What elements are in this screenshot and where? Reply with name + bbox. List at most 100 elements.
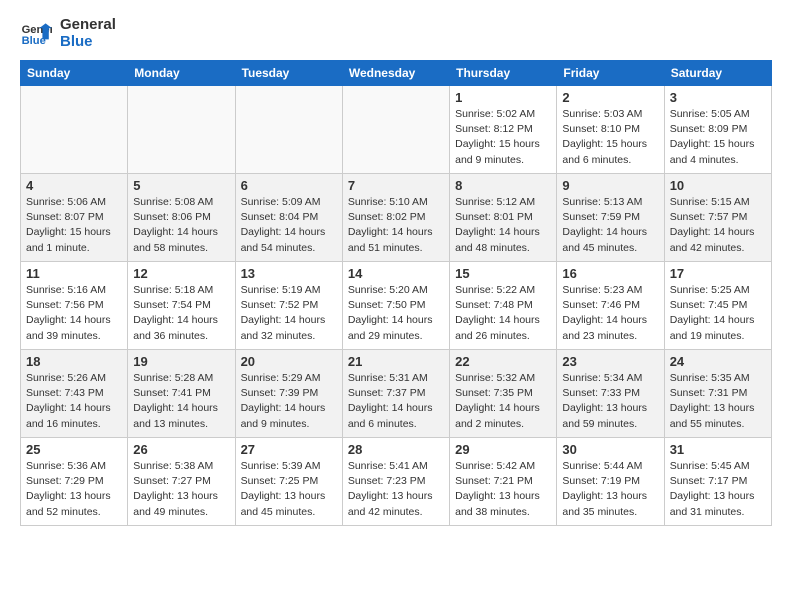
day-number: 23 (562, 354, 658, 369)
calendar-cell: 24 Sunrise: 5:35 AMSunset: 7:31 PMDayligh… (664, 350, 771, 438)
day-info: Sunrise: 5:20 AMSunset: 7:50 PMDaylight:… (348, 283, 444, 344)
weekday-header-sunday: Sunday (21, 61, 128, 86)
calendar-cell: 12 Sunrise: 5:18 AMSunset: 7:54 PMDayligh… (128, 262, 235, 350)
calendar-cell: 13 Sunrise: 5:19 AMSunset: 7:52 PMDayligh… (235, 262, 342, 350)
calendar-cell: 26 Sunrise: 5:38 AMSunset: 7:27 PMDayligh… (128, 438, 235, 526)
day-info: Sunrise: 5:13 AMSunset: 7:59 PMDaylight:… (562, 195, 658, 256)
weekday-header-friday: Friday (557, 61, 664, 86)
day-info: Sunrise: 5:39 AMSunset: 7:25 PMDaylight:… (241, 459, 337, 520)
day-info: Sunrise: 5:29 AMSunset: 7:39 PMDaylight:… (241, 371, 337, 432)
calendar-cell: 18 Sunrise: 5:26 AMSunset: 7:43 PMDayligh… (21, 350, 128, 438)
day-info: Sunrise: 5:35 AMSunset: 7:31 PMDaylight:… (670, 371, 766, 432)
weekday-header-row: SundayMondayTuesdayWednesdayThursdayFrid… (21, 61, 772, 86)
day-info: Sunrise: 5:42 AMSunset: 7:21 PMDaylight:… (455, 459, 551, 520)
day-number: 24 (670, 354, 766, 369)
weekday-header-saturday: Saturday (664, 61, 771, 86)
calendar-cell: 27 Sunrise: 5:39 AMSunset: 7:25 PMDayligh… (235, 438, 342, 526)
day-info: Sunrise: 5:28 AMSunset: 7:41 PMDaylight:… (133, 371, 229, 432)
day-number: 16 (562, 266, 658, 281)
calendar-cell: 3Sunrise: 5:05 AMSunset: 8:09 PMDaylight… (664, 86, 771, 174)
day-number: 8 (455, 178, 551, 193)
calendar-week-row: 25 Sunrise: 5:36 AMSunset: 7:29 PMDayligh… (21, 438, 772, 526)
calendar-cell: 25 Sunrise: 5:36 AMSunset: 7:29 PMDayligh… (21, 438, 128, 526)
svg-text:Blue: Blue (22, 35, 46, 47)
day-info: Sunrise: 5:41 AMSunset: 7:23 PMDaylight:… (348, 459, 444, 520)
day-info: Sunrise: 5:03 AMSunset: 8:10 PMDaylight:… (562, 107, 658, 168)
calendar-cell: 6Sunrise: 5:09 AMSunset: 8:04 PMDaylight… (235, 174, 342, 262)
day-info: Sunrise: 5:15 AMSunset: 7:57 PMDaylight:… (670, 195, 766, 256)
day-info: Sunrise: 5:45 AMSunset: 7:17 PMDaylight:… (670, 459, 766, 520)
calendar-cell: 2 Sunrise: 5:03 AMSunset: 8:10 PMDaylight… (557, 86, 664, 174)
calendar-cell: 4 Sunrise: 5:06 AMSunset: 8:07 PMDaylight… (21, 174, 128, 262)
calendar-cell: 20 Sunrise: 5:29 AMSunset: 7:39 PMDayligh… (235, 350, 342, 438)
day-info: Sunrise: 5:18 AMSunset: 7:54 PMDaylight:… (133, 283, 229, 344)
calendar-cell: 28 Sunrise: 5:41 AMSunset: 7:23 PMDayligh… (342, 438, 449, 526)
page-header: General Blue General Blue (20, 16, 772, 50)
day-info: Sunrise: 5:38 AMSunset: 7:27 PMDaylight:… (133, 459, 229, 520)
day-number: 1 (455, 90, 551, 105)
day-number: 26 (133, 442, 229, 457)
day-number: 10 (670, 178, 766, 193)
day-number: 15 (455, 266, 551, 281)
calendar-cell: 8Sunrise: 5:12 AMSunset: 8:01 PMDaylight… (450, 174, 557, 262)
calendar-cell: 10 Sunrise: 5:15 AMSunset: 7:57 PMDayligh… (664, 174, 771, 262)
day-number: 2 (562, 90, 658, 105)
day-number: 29 (455, 442, 551, 457)
calendar-cell: 31 Sunrise: 5:45 AMSunset: 7:17 PMDayligh… (664, 438, 771, 526)
day-number: 19 (133, 354, 229, 369)
calendar-table: SundayMondayTuesdayWednesdayThursdayFrid… (20, 60, 772, 526)
day-info: Sunrise: 5:05 AMSunset: 8:09 PMDaylight:… (670, 107, 766, 168)
weekday-header-thursday: Thursday (450, 61, 557, 86)
calendar-cell: 22Sunrise: 5:32 AMSunset: 7:35 PMDayligh… (450, 350, 557, 438)
day-number: 11 (26, 266, 122, 281)
calendar-cell (342, 86, 449, 174)
calendar-week-row: 11 Sunrise: 5:16 AMSunset: 7:56 PMDayligh… (21, 262, 772, 350)
day-number: 31 (670, 442, 766, 457)
weekday-header-monday: Monday (128, 61, 235, 86)
weekday-header-wednesday: Wednesday (342, 61, 449, 86)
calendar-week-row: 1 Sunrise: 5:02 AMSunset: 8:12 PMDaylight… (21, 86, 772, 174)
calendar-cell (21, 86, 128, 174)
day-number: 5 (133, 178, 229, 193)
day-info: Sunrise: 5:22 AMSunset: 7:48 PMDaylight:… (455, 283, 551, 344)
day-info: Sunrise: 5:16 AMSunset: 7:56 PMDaylight:… (26, 283, 122, 344)
calendar-cell: 14 Sunrise: 5:20 AMSunset: 7:50 PMDayligh… (342, 262, 449, 350)
day-info: Sunrise: 5:36 AMSunset: 7:29 PMDaylight:… (26, 459, 122, 520)
day-info: Sunrise: 5:31 AMSunset: 7:37 PMDaylight:… (348, 371, 444, 432)
day-number: 22 (455, 354, 551, 369)
day-number: 12 (133, 266, 229, 281)
calendar-week-row: 18 Sunrise: 5:26 AMSunset: 7:43 PMDayligh… (21, 350, 772, 438)
day-number: 17 (670, 266, 766, 281)
day-info: Sunrise: 5:02 AMSunset: 8:12 PMDaylight:… (455, 107, 551, 168)
calendar-cell: 21 Sunrise: 5:31 AMSunset: 7:37 PMDayligh… (342, 350, 449, 438)
calendar-cell: 30Sunrise: 5:44 AMSunset: 7:19 PMDayligh… (557, 438, 664, 526)
day-number: 13 (241, 266, 337, 281)
day-info: Sunrise: 5:09 AMSunset: 8:04 PMDaylight:… (241, 195, 337, 256)
day-number: 20 (241, 354, 337, 369)
day-info: Sunrise: 5:19 AMSunset: 7:52 PMDaylight:… (241, 283, 337, 344)
weekday-header-tuesday: Tuesday (235, 61, 342, 86)
logo: General Blue General Blue (20, 16, 116, 50)
day-number: 14 (348, 266, 444, 281)
calendar-cell: 15 Sunrise: 5:22 AMSunset: 7:48 PMDayligh… (450, 262, 557, 350)
day-info: Sunrise: 5:08 AMSunset: 8:06 PMDaylight:… (133, 195, 229, 256)
calendar-cell: 11 Sunrise: 5:16 AMSunset: 7:56 PMDayligh… (21, 262, 128, 350)
day-number: 28 (348, 442, 444, 457)
calendar-cell: 16Sunrise: 5:23 AMSunset: 7:46 PMDayligh… (557, 262, 664, 350)
calendar-cell: 23Sunrise: 5:34 AMSunset: 7:33 PMDayligh… (557, 350, 664, 438)
calendar-cell: 19 Sunrise: 5:28 AMSunset: 7:41 PMDayligh… (128, 350, 235, 438)
calendar-cell: 1 Sunrise: 5:02 AMSunset: 8:12 PMDaylight… (450, 86, 557, 174)
calendar-week-row: 4 Sunrise: 5:06 AMSunset: 8:07 PMDaylight… (21, 174, 772, 262)
calendar-cell: 9Sunrise: 5:13 AMSunset: 7:59 PMDaylight… (557, 174, 664, 262)
day-number: 27 (241, 442, 337, 457)
calendar-cell: 7Sunrise: 5:10 AMSunset: 8:02 PMDaylight… (342, 174, 449, 262)
day-info: Sunrise: 5:26 AMSunset: 7:43 PMDaylight:… (26, 371, 122, 432)
day-number: 18 (26, 354, 122, 369)
day-number: 21 (348, 354, 444, 369)
logo-general: General (60, 16, 116, 33)
calendar-cell: 5 Sunrise: 5:08 AMSunset: 8:06 PMDaylight… (128, 174, 235, 262)
day-number: 4 (26, 178, 122, 193)
day-number: 7 (348, 178, 444, 193)
day-info: Sunrise: 5:06 AMSunset: 8:07 PMDaylight:… (26, 195, 122, 256)
day-number: 25 (26, 442, 122, 457)
